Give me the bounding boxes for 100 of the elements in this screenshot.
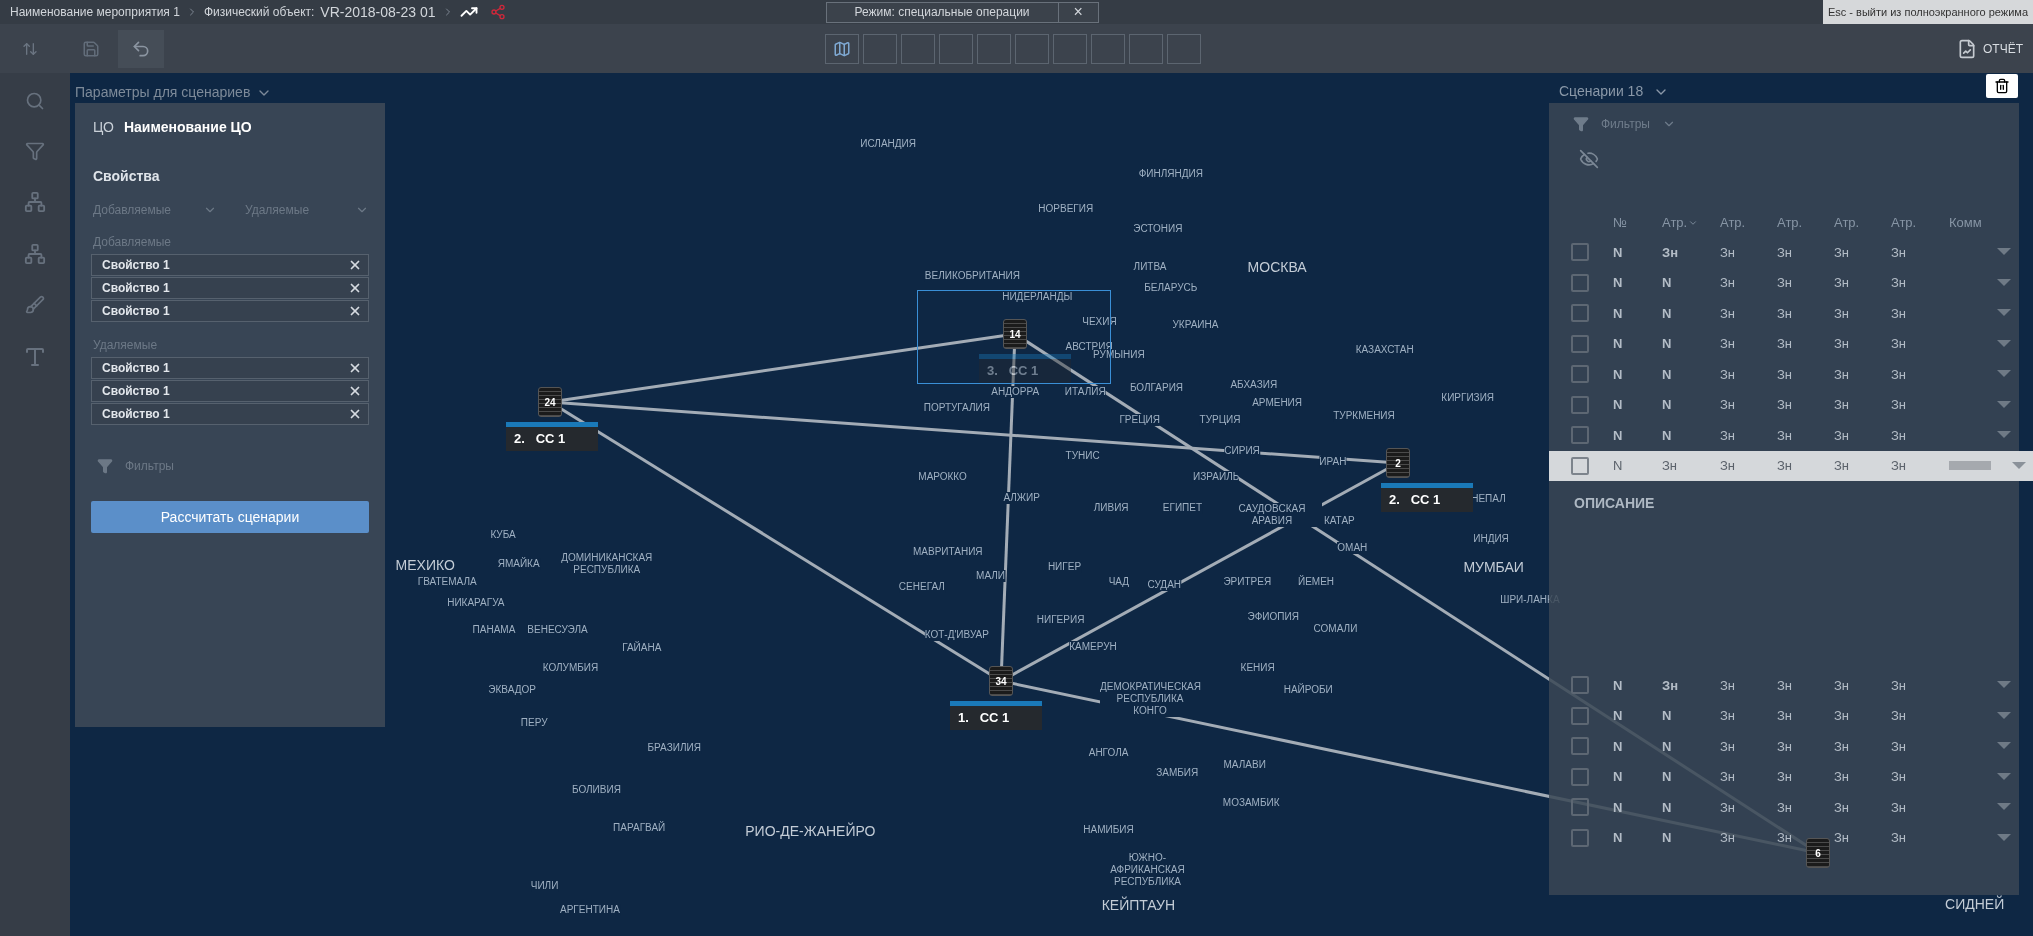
calculate-button[interactable]: Рассчитать сценарии [91, 501, 369, 533]
view-slot[interactable] [901, 33, 935, 64]
breadcrumb-item[interactable]: Наименование мероприятия 1 [10, 3, 180, 21]
breadcrumb-item[interactable]: Физический объект: [203, 3, 315, 21]
view-slot[interactable] [863, 33, 897, 64]
checkbox[interactable] [1571, 706, 1589, 725]
checkbox[interactable] [1571, 767, 1589, 786]
remove-icon[interactable] [348, 281, 362, 295]
view-slot[interactable] [1053, 33, 1087, 64]
checkbox[interactable] [1571, 304, 1589, 323]
table-cell-text: Зн [1834, 676, 1851, 695]
caret-down-icon[interactable] [2012, 461, 2026, 470]
report-button[interactable]: ОТЧЁТ [1957, 38, 2023, 59]
checkbox[interactable] [1571, 798, 1589, 817]
caret-down-icon[interactable] [1997, 833, 2011, 842]
view-slot[interactable] [1091, 33, 1125, 64]
sort-icon[interactable] [22, 40, 38, 57]
checkbox[interactable] [1571, 395, 1589, 414]
checkbox[interactable] [1571, 456, 1589, 475]
undo-button[interactable] [118, 29, 164, 68]
view-slot[interactable] [939, 33, 973, 64]
checkbox[interactable] [1571, 828, 1589, 847]
table-cell-text: Зн [1720, 304, 1737, 323]
text-tool-icon[interactable] [23, 345, 47, 369]
view-slot[interactable] [977, 33, 1011, 64]
caret-down-icon[interactable] [1997, 431, 2011, 440]
caret-down-icon[interactable] [1997, 309, 2011, 318]
table-row[interactable]: N N Зн Зн Зн Зн [1549, 420, 2019, 451]
checkbox[interactable] [1571, 737, 1589, 756]
remove-icon[interactable] [348, 361, 362, 375]
remove-icon[interactable] [348, 384, 362, 398]
table-row[interactable]: N N Зн Зн Зн Зн [1549, 761, 2019, 792]
caret-down-icon[interactable] [1997, 803, 2011, 812]
table-row[interactable]: N N Зн Зн Зн Зн [1549, 359, 2019, 390]
map-label: МОЗАМБИК [1222, 796, 1280, 809]
caret-down-icon[interactable] [1997, 248, 2011, 257]
save-icon[interactable] [82, 39, 100, 58]
column-header[interactable]: Атр. [1662, 213, 1720, 233]
column-header[interactable]: № [1613, 213, 1662, 233]
delete-button[interactable] [1986, 74, 2018, 98]
map-view-button[interactable] [825, 33, 859, 64]
table-cell-text: Зн [1720, 676, 1737, 695]
table-row[interactable]: N N Зн Зн Зн Зн [1549, 700, 2019, 731]
server-node[interactable]: 14 [1003, 319, 1027, 349]
caret-down-icon[interactable] [1997, 278, 2011, 287]
map-icon [833, 39, 851, 58]
table-row[interactable]: N N Зн Зн Зн Зн [1549, 731, 2019, 762]
server-node[interactable]: 34 [989, 666, 1013, 696]
view-slot[interactable] [1015, 33, 1049, 64]
table-cell-text: Зн [1777, 396, 1794, 414]
view-slot[interactable] [1129, 33, 1163, 64]
view-slot[interactable] [1167, 33, 1201, 64]
funnel-icon[interactable] [97, 458, 113, 474]
table-row[interactable]: N Зн Зн Зн Зн Зн [1549, 237, 2019, 268]
checkbox[interactable] [1571, 334, 1589, 353]
table-row[interactable]: N Зн Зн Зн Зн Зн [1549, 450, 2033, 481]
remove-icon[interactable] [348, 407, 362, 421]
column-header[interactable]: Атр. [1891, 213, 1949, 233]
server-node[interactable]: 6 [1806, 838, 1830, 868]
server-node[interactable]: 24 [538, 387, 562, 417]
column-header[interactable]: Атр. [1720, 213, 1777, 233]
connection-icon[interactable] [24, 191, 46, 213]
checkbox[interactable] [1571, 676, 1589, 695]
server-node[interactable]: 2 [1386, 448, 1410, 478]
checkbox[interactable] [1571, 273, 1589, 292]
column-header[interactable]: Комм [1949, 213, 2011, 233]
checkbox[interactable] [1571, 243, 1589, 262]
table-row[interactable]: N N Зн Зн Зн Зн [1549, 298, 2019, 329]
table-cell-text: Зн [1834, 243, 1851, 262]
checkbox[interactable] [1571, 365, 1589, 384]
panel-title[interactable]: Сценарии 18 [1559, 81, 1670, 102]
hierarchy-icon[interactable] [24, 243, 46, 265]
map-label: МАЛИ [976, 569, 1006, 582]
table-row[interactable]: N N Зн Зн Зн Зн [1549, 328, 2019, 359]
search-icon[interactable] [25, 91, 45, 111]
panel-title[interactable]: Параметры для сценариев [75, 82, 273, 103]
caret-down-icon[interactable] [1997, 370, 2011, 379]
table-row[interactable]: N N Зн Зн Зн Зн [1549, 267, 2019, 298]
funnel-icon[interactable] [1573, 116, 1589, 132]
caret-down-icon[interactable] [1997, 742, 2011, 751]
remove-icon[interactable] [348, 258, 362, 272]
caret-down-icon[interactable] [1997, 772, 2011, 781]
close-mode-button[interactable]: × [1057, 2, 1098, 22]
caret-down-icon[interactable] [1997, 339, 2011, 348]
table-row[interactable]: N Зн Зн Зн Зн Зн [1549, 670, 2019, 701]
checkbox[interactable] [1571, 426, 1589, 445]
caret-down-icon[interactable] [1997, 400, 2011, 409]
caret-down-icon[interactable] [1997, 711, 2011, 720]
table-row[interactable]: N N Зн Зн Зн Зн [1549, 389, 2019, 420]
eye-off-icon[interactable] [1579, 149, 1599, 169]
filter-lines-icon[interactable] [25, 141, 45, 161]
caret-down-icon[interactable] [1997, 681, 2011, 690]
remove-icon[interactable] [348, 304, 362, 318]
column-header[interactable]: Атр. [1834, 213, 1891, 233]
brush-icon[interactable] [25, 295, 45, 315]
column-header[interactable]: Атр. [1777, 213, 1834, 233]
map-label: СИДНЕЙ [1945, 894, 2005, 914]
network-icon[interactable] [489, 4, 506, 20]
table-row[interactable]: N N Зн Зн Зн Зн [1549, 792, 2019, 823]
object-code: VR-2018-08-23 01 [320, 2, 436, 22]
